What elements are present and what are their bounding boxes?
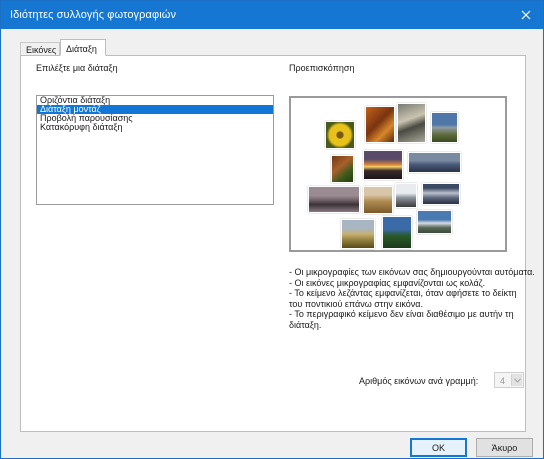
window-title: Ιδιότητες συλλογής φωτογραφιών: [10, 9, 177, 21]
preview-box: [289, 96, 507, 252]
description-line: - Οι μικρογραφίες των εικόνων σας δημιου…: [289, 267, 535, 277]
preview-thumb-grass: [341, 219, 375, 249]
layout-tab-panel: Επιλέξτε μια διάταξη Οριζόντια διάταξη Δ…: [20, 55, 535, 432]
description-line: διάταξη.: [289, 319, 322, 330]
layout-option-vertical[interactable]: Κατακόρυφη διάταξη: [37, 123, 273, 132]
description-line: - Το περιγραφικό κείμενο δεν είναι διαθέ…: [289, 309, 514, 320]
preview-thumb-desert: [363, 186, 393, 214]
tab-layout[interactable]: Διάταξη: [60, 39, 106, 56]
layout-description: - Οι μικρογραφίες των εικόνων σας δημιου…: [289, 267, 535, 331]
images-per-row-label: Αριθμός εικόνων ανά γραμμή:: [359, 376, 479, 386]
layout-listbox[interactable]: Οριζόντια διάταξη Διάταξη μοντάζ Προβολή…: [36, 95, 274, 205]
preview-thumb-sunset: [363, 150, 403, 180]
preview-thumb-fern: [331, 155, 354, 183]
preview-thumb-mountain: [431, 112, 458, 143]
preview-thumb-rails: [397, 103, 426, 143]
description-line: του ποντικιού επάνω στην εικόνα.: [289, 298, 423, 309]
ok-button[interactable]: OK: [410, 438, 467, 457]
images-per-row-dropdown[interactable]: 4: [494, 372, 524, 388]
layout-select-label: Επιλέξτε μια διάταξη: [36, 63, 118, 73]
chevron-down-icon[interactable]: [511, 374, 522, 386]
tab-images[interactable]: Εικόνες: [20, 42, 60, 56]
preview-thumb-flower: [325, 121, 355, 149]
preview-thumb-clouds: [422, 183, 460, 205]
preview-thumb-seascape: [408, 152, 461, 173]
description-line: - Οι εικόνες μικρογραφίας εμφανίζονται ω…: [289, 277, 486, 288]
close-button[interactable]: [509, 1, 543, 29]
preview-thumb-autumn-leaves: [365, 106, 395, 143]
title-bar: Ιδιότητες συλλογής φωτογραφιών: [1, 1, 543, 29]
preview-thumb-pier: [308, 186, 360, 213]
preview-thumb-lake: [417, 210, 452, 234]
dialog-window: Ιδιότητες συλλογής φωτογραφιών Εικόνες Δ…: [0, 0, 544, 459]
cancel-button[interactable]: Άκυρο: [476, 438, 533, 457]
preview-thumb-snow-tree: [395, 183, 417, 208]
description-line: - Το κείμενο λεζάντας εμφανίζεται, όταν …: [289, 288, 517, 299]
images-per-row-value: 4: [500, 376, 506, 386]
preview-thumb-forest: [382, 216, 412, 249]
preview-label: Προεπισκόπηση: [289, 63, 355, 73]
close-icon: [521, 10, 531, 20]
